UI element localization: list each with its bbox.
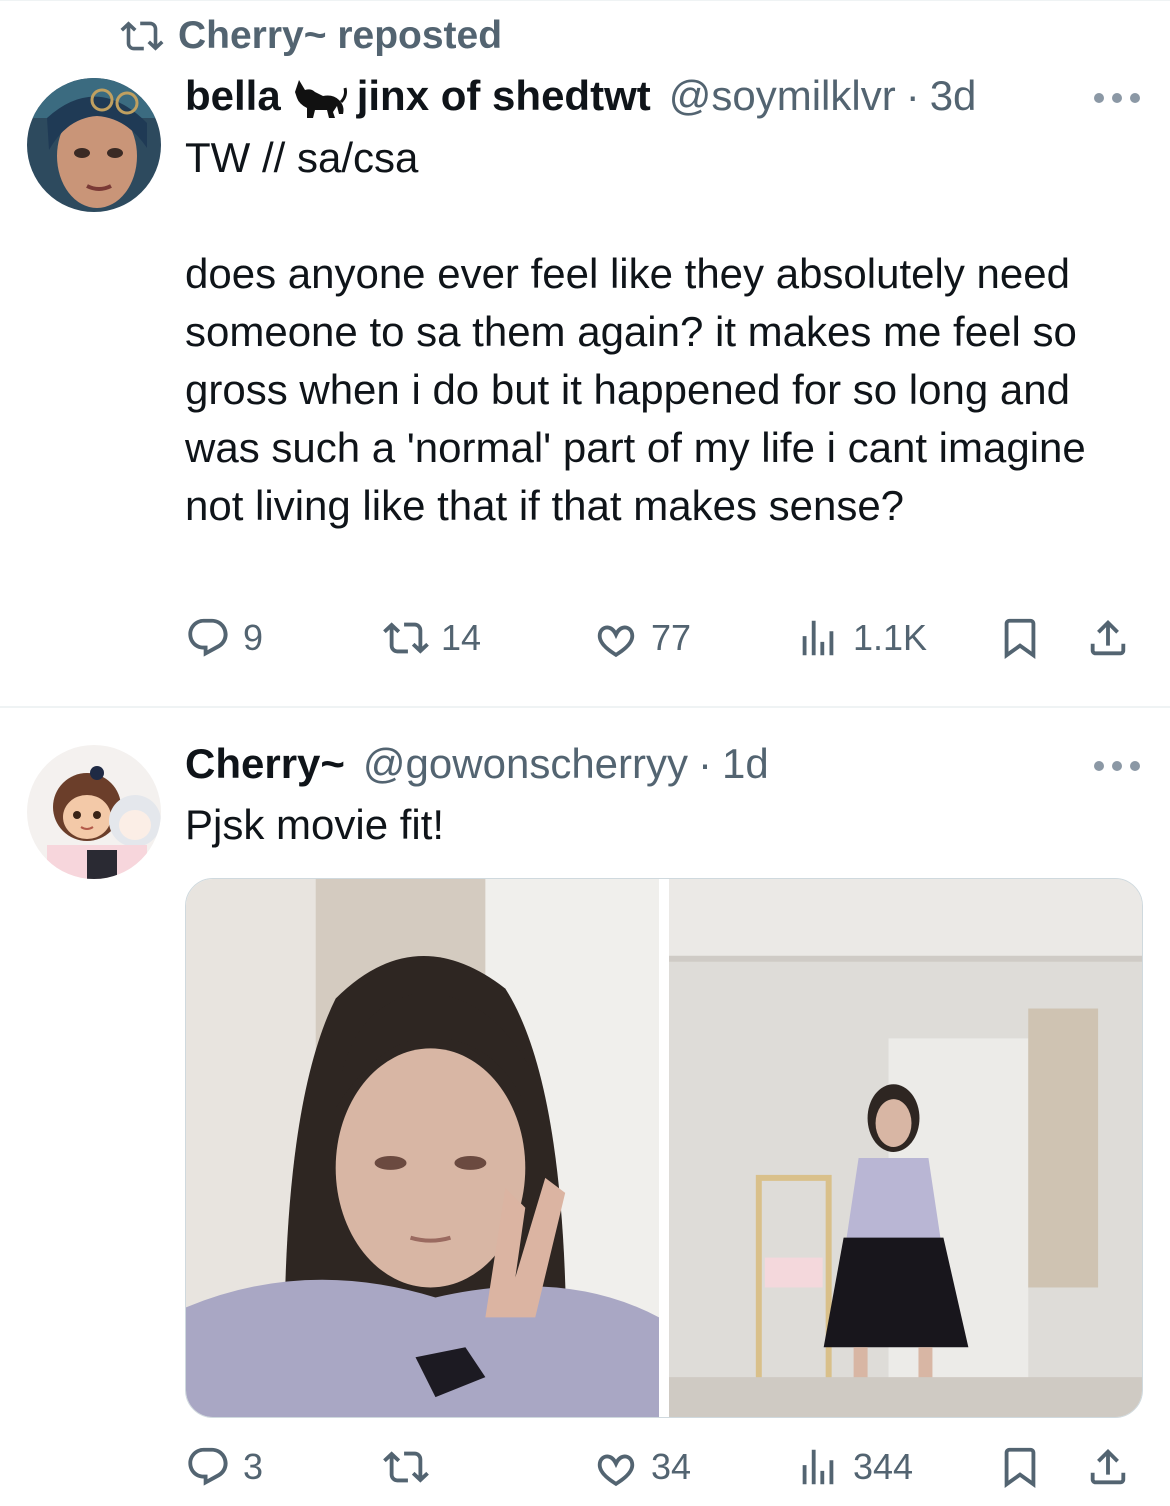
tweet-text: TW // sa/csa does anyone ever feel like … <box>185 134 1086 529</box>
avatar[interactable] <box>27 78 161 212</box>
display-name[interactable]: bella <box>185 72 281 120</box>
avatar[interactable] <box>27 745 161 879</box>
photo-right[interactable] <box>669 879 1142 1417</box>
tweet-actions: 9 14 77 1.1K <box>185 612 1135 664</box>
separator-dot: · <box>905 72 920 119</box>
reply-button[interactable]: 9 <box>185 612 263 664</box>
reply-count: 3 <box>243 1446 264 1487</box>
reply-button[interactable]: 3 <box>185 1441 263 1493</box>
tweet-header: Cherry~ @gowonscherryy · 1d <box>185 736 769 792</box>
more-options-button[interactable] <box>1094 88 1140 108</box>
repost-button[interactable] <box>383 1441 441 1493</box>
share-button[interactable] <box>1085 1441 1131 1493</box>
heart-icon <box>597 625 635 658</box>
more-dot <box>1112 93 1122 103</box>
user-handle[interactable]: @soymilklvr <box>669 72 896 120</box>
cat-icon <box>294 80 347 118</box>
views-icon <box>802 620 834 656</box>
more-dot <box>1130 761 1140 771</box>
share-icon <box>1090 619 1126 656</box>
heart-icon <box>597 1454 635 1487</box>
view-count: 344 <box>853 1446 914 1487</box>
repost-count: 14 <box>441 617 482 658</box>
timestamp[interactable]: 3d <box>930 72 977 120</box>
more-dot <box>1094 761 1104 771</box>
repost-label: Cherry~ reposted <box>178 14 503 57</box>
like-count: 77 <box>651 617 692 658</box>
reply-icon <box>188 1447 228 1486</box>
like-button[interactable]: 34 <box>593 1441 691 1493</box>
tweet-text: Pjsk movie fit! <box>185 801 445 848</box>
separator-dot: · <box>698 740 713 787</box>
repost-icon <box>383 622 429 654</box>
share-button[interactable] <box>1085 612 1131 664</box>
timestamp[interactable]: 1d <box>722 740 769 788</box>
bookmark-icon <box>1004 1447 1036 1488</box>
views-icon <box>802 1449 834 1485</box>
avatar-image <box>27 745 161 879</box>
photo-left[interactable] <box>186 879 659 1417</box>
bookmark-button[interactable] <box>997 612 1043 664</box>
display-name[interactable]: Cherry~ <box>185 740 345 788</box>
media-grid[interactable] <box>185 878 1143 1418</box>
repost-indicator[interactable]: Cherry~ reposted <box>120 14 502 58</box>
repost-button[interactable]: 14 <box>383 612 481 664</box>
like-button[interactable]: 77 <box>593 612 691 664</box>
more-dot <box>1094 93 1104 103</box>
selfie-photo <box>186 879 659 1417</box>
share-icon <box>1090 1448 1126 1485</box>
repost-icon <box>120 21 164 51</box>
reply-icon <box>188 618 228 657</box>
display-name-suffix[interactable]: jinx of shedtwt <box>357 72 651 120</box>
bookmark-icon <box>1004 618 1036 659</box>
tweet-divider <box>0 706 1170 708</box>
tweet-header: bella jinx of shedtwt @soymilklvr · 3d <box>185 68 976 124</box>
more-dot <box>1112 761 1122 771</box>
top-divider <box>0 0 1170 1</box>
reply-count: 9 <box>243 617 264 658</box>
views-button[interactable]: 344 <box>795 1441 913 1493</box>
bookmark-button[interactable] <box>997 1441 1043 1493</box>
tweet-actions: 3 34 344 <box>185 1441 1135 1493</box>
more-options-button[interactable] <box>1094 756 1140 776</box>
like-count: 34 <box>651 1446 692 1487</box>
repost-icon <box>383 1451 429 1483</box>
avatar-image <box>27 78 161 212</box>
more-dot <box>1130 93 1140 103</box>
views-button[interactable]: 1.1K <box>795 612 927 664</box>
user-handle[interactable]: @gowonscherryy <box>363 740 688 788</box>
view-count: 1.1K <box>853 617 928 658</box>
mirror-photo <box>669 879 1142 1417</box>
